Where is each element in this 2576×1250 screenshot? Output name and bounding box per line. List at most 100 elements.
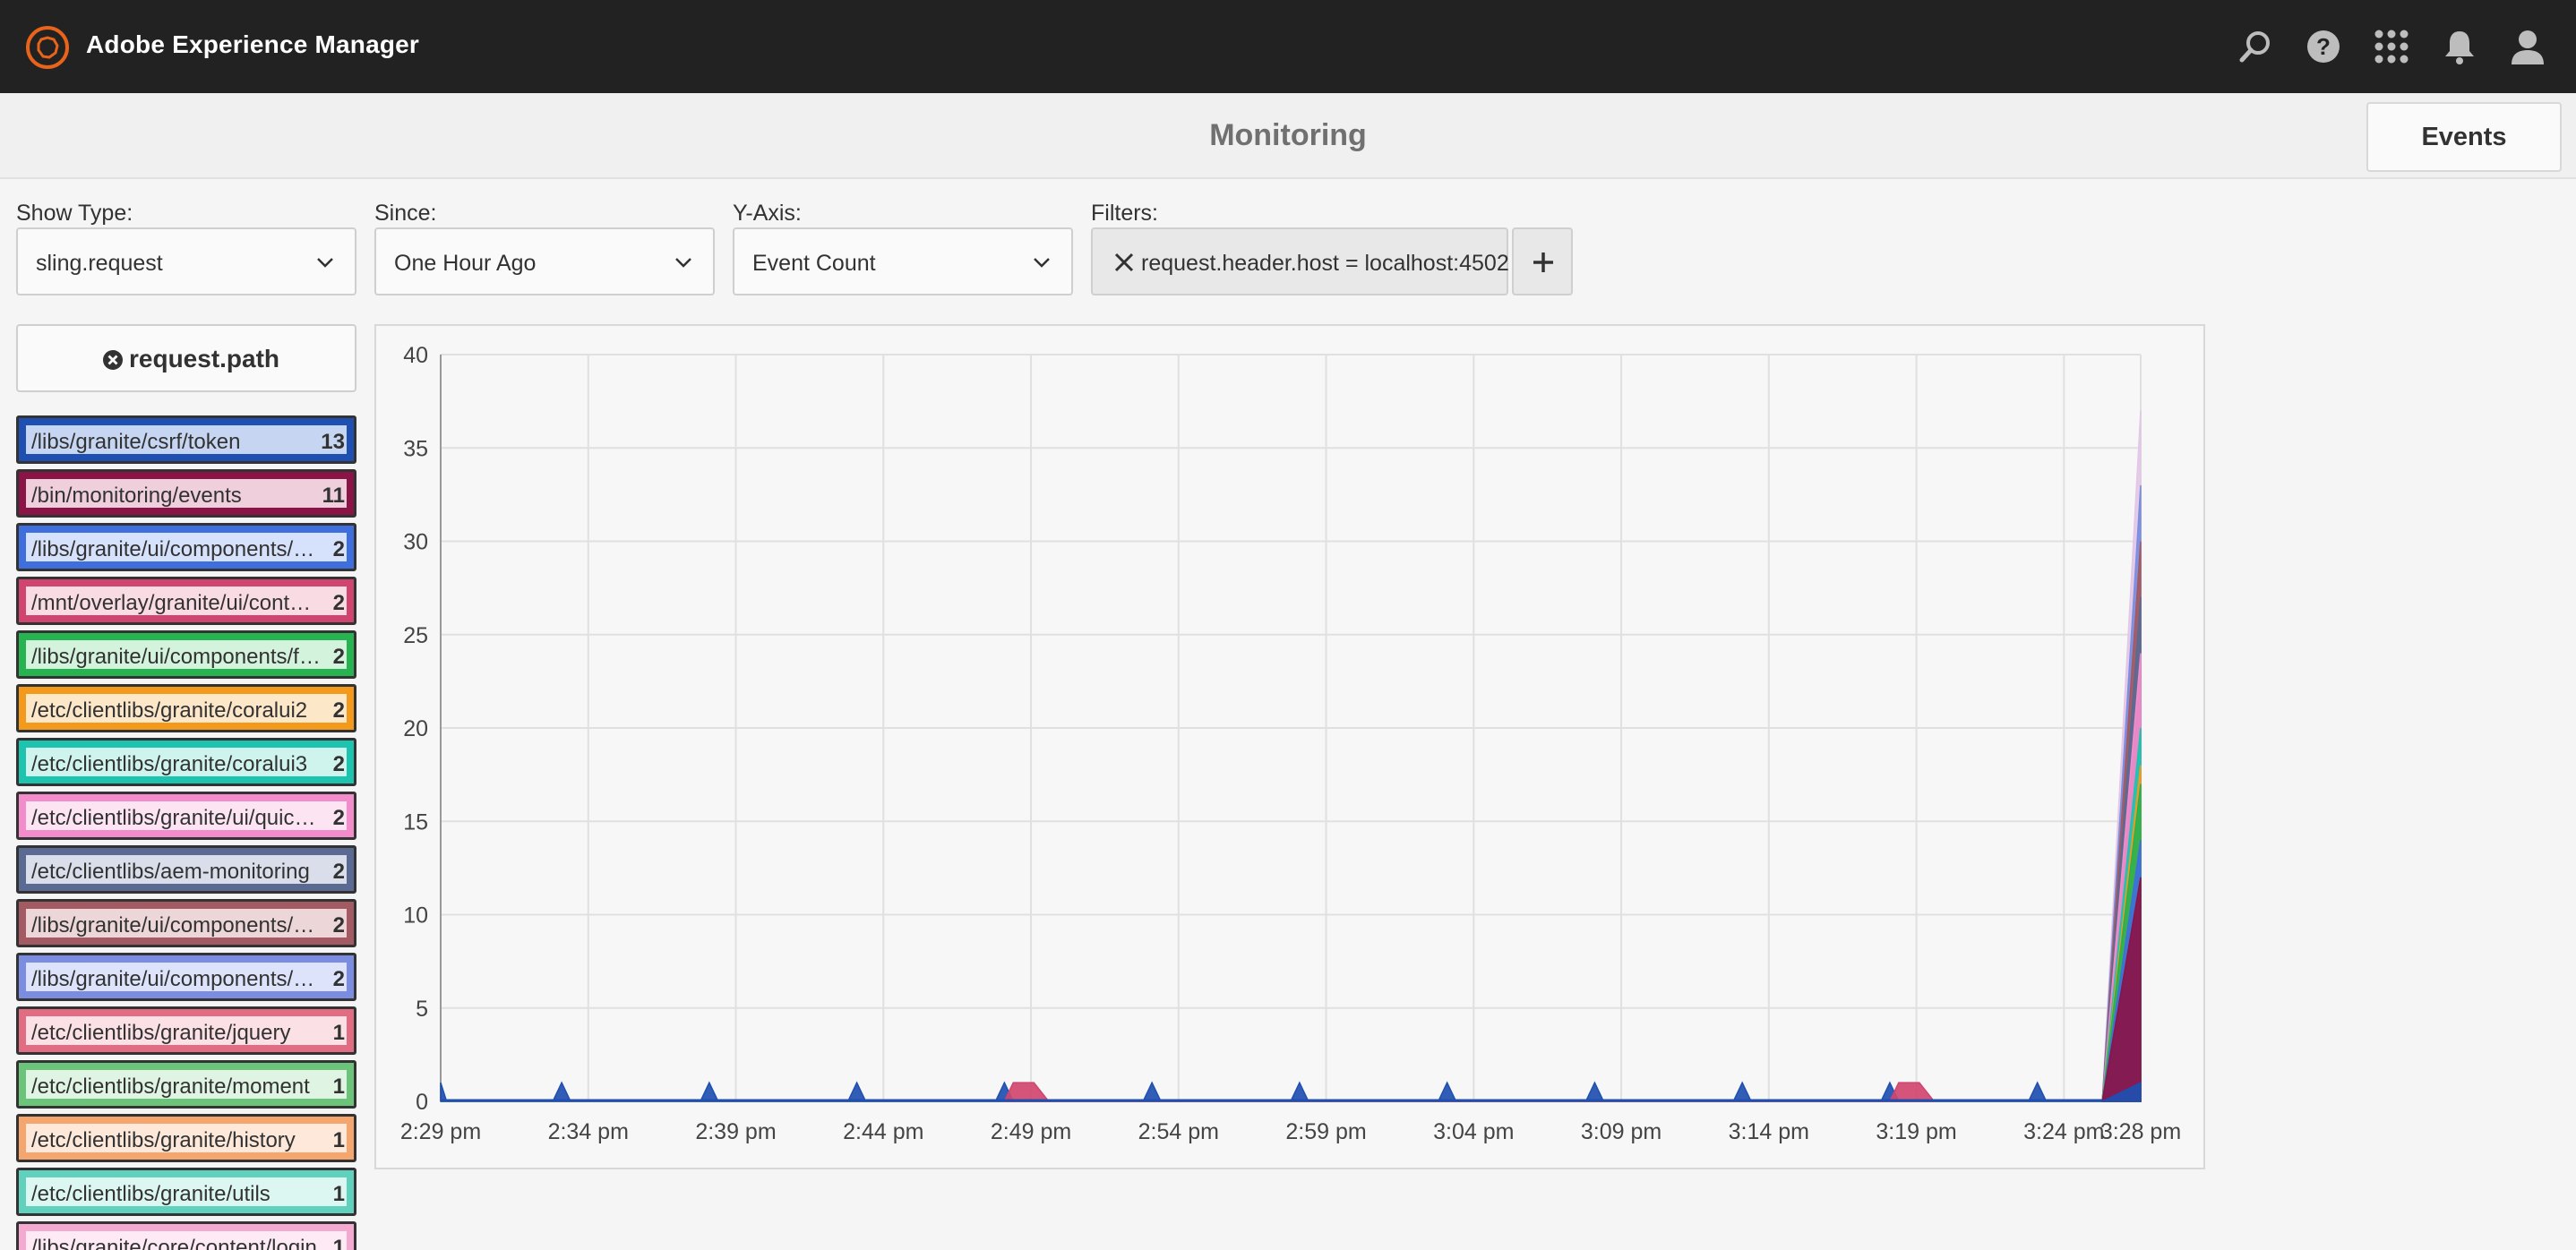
legend-item-count: 1: [332, 1236, 345, 1250]
legend-item[interactable]: /etc/clientlibs/aem-monitoring 2: [16, 845, 356, 894]
add-filter-button[interactable]: [1512, 227, 1573, 295]
filter-tag-text: request.header.host = localhost:4502: [1141, 251, 1509, 276]
x-tick-label: 3:19 pm: [1876, 1119, 1956, 1144]
remove-group-icon[interactable]: [102, 349, 124, 371]
adobe-logo-icon[interactable]: [26, 26, 69, 69]
sub-header: Monitoring Events: [0, 93, 2576, 179]
y-axis-select[interactable]: Event Count: [733, 227, 1073, 295]
legend-item[interactable]: /libs/granite/ui/components/shell/header…: [16, 953, 356, 1001]
x-tick-label: 2:49 pm: [991, 1119, 1071, 1144]
legend-item-path: /etc/clientlibs/granite/jquery: [31, 1021, 291, 1045]
x-tick-label: 2:44 pm: [843, 1119, 923, 1144]
legend-item[interactable]: /libs/granite/core/content/login 1: [16, 1221, 356, 1250]
page-title: Monitoring: [1209, 118, 1367, 152]
legend-item[interactable]: /bin/monitoring/events 11: [16, 469, 356, 518]
show-type-value: sling.request: [36, 251, 163, 276]
events-button[interactable]: Events: [2366, 102, 2562, 172]
filter-tag: request.header.host = localhost:4502: [1091, 227, 1509, 295]
y-tick-label: 10: [403, 903, 428, 929]
legend-item[interactable]: /etc/clientlibs/granite/utils 1: [16, 1168, 356, 1216]
help-icon[interactable]: ?: [2304, 27, 2343, 66]
legend-item-swatch: /etc/clientlibs/granite/moment 1: [26, 1070, 347, 1099]
legend-item-swatch: /etc/clientlibs/granite/utils 1: [26, 1177, 347, 1206]
legend-item-swatch: /libs/granite/ui/components/foundation 2: [26, 640, 347, 669]
legend-item-count: 2: [332, 645, 345, 669]
x-tick-label: 3:14 pm: [1729, 1119, 1809, 1144]
legend-item-swatch: /libs/granite/core/content/login 1: [26, 1231, 347, 1250]
legend-item[interactable]: /etc/clientlibs/granite/history 1: [16, 1114, 356, 1162]
solutions-icon[interactable]: [2372, 27, 2411, 66]
x-tick-label: 2:59 pm: [1285, 1119, 1366, 1144]
legend-item-path: /etc/clientlibs/granite/history: [31, 1128, 296, 1152]
legend-item-count: 1: [332, 1074, 345, 1099]
y-tick-label: 40: [403, 343, 428, 368]
y-tick-label: 15: [403, 809, 428, 835]
legend-item-path: /mnt/overlay/granite/ui/content/shell: [31, 591, 322, 615]
legend-item[interactable]: /libs/granite/ui/components/foundation 2: [16, 630, 356, 679]
legend-item-swatch: /etc/clientlibs/granite/jquery 1: [26, 1016, 347, 1045]
legend-item-swatch: /libs/granite/ui/components/coral/founda…: [26, 533, 347, 561]
top-header: Adobe Experience Manager ?: [0, 0, 2576, 93]
group-by-button[interactable]: request.path: [16, 324, 356, 392]
chevron-down-icon: [1034, 258, 1050, 268]
chart-svg: 0 5 10 15 20 25 30 35 40 2:29 pm 2:34 pm 2:39 pm 2:4…: [400, 343, 2181, 1144]
legend-item-swatch: /etc/clientlibs/aem-monitoring 2: [26, 855, 347, 884]
since-value: One Hour Ago: [394, 251, 537, 276]
plus-icon: [1533, 253, 1553, 272]
legend-item-count: 1: [332, 1021, 345, 1045]
legend-item-path: /etc/clientlibs/aem-monitoring: [31, 860, 310, 884]
show-type-label: Show Type:: [16, 201, 133, 226]
events-chart: 0 5 10 15 20 25 30 35 40 2:29 pm 2:34 pm 2:39 pm 2:4…: [374, 324, 2205, 1169]
legend-item[interactable]: /mnt/overlay/granite/ui/content/shell 2: [16, 577, 356, 625]
legend-item[interactable]: /etc/clientlibs/granite/coralui2 2: [16, 684, 356, 732]
legend-item-path: /bin/monitoring/events: [31, 484, 242, 508]
legend-item-path: /libs/granite/core/content/login: [31, 1236, 317, 1250]
legend-item-count: 2: [332, 698, 345, 723]
legend-item-path: /etc/clientlibs/granite/utils: [31, 1182, 270, 1206]
y-axis-label: Y-Axis:: [733, 201, 802, 226]
legend-item-swatch: /mnt/overlay/granite/ui/content/shell 2: [26, 586, 347, 615]
filters-label: Filters:: [1091, 201, 1158, 226]
svg-text:?: ?: [2316, 33, 2331, 60]
legend-item-count: 11: [322, 484, 345, 508]
legend-item-count: 1: [332, 1182, 345, 1206]
legend-item-path: /libs/granite/ui/components/coral/founda…: [31, 537, 322, 561]
legend-item-path: /etc/clientlibs/granite/moment: [31, 1074, 310, 1099]
legend-item-path: /libs/granite/csrf/token: [31, 430, 241, 454]
chevron-down-icon: [317, 258, 333, 268]
notifications-icon[interactable]: [2440, 27, 2479, 66]
legend-item-count: 2: [332, 967, 345, 991]
legend-item-path: /etc/clientlibs/granite/coralui3: [31, 752, 308, 776]
x-tick-label: 3:28 pm: [2100, 1119, 2181, 1144]
search-icon[interactable]: [2236, 27, 2275, 66]
legend-item[interactable]: /etc/clientlibs/granite/moment 1: [16, 1060, 356, 1109]
legend-item[interactable]: /libs/granite/ui/components/coral/founda…: [16, 523, 356, 571]
legend-item-path: /etc/clientlibs/granite/coralui2: [31, 698, 308, 723]
y-tick-label: 25: [403, 623, 428, 648]
legend-item-count: 2: [332, 860, 345, 884]
legend-item-path: /libs/granite/ui/components/foundation: [31, 645, 322, 669]
x-tick-label: 2:39 pm: [695, 1119, 776, 1144]
legend-item[interactable]: /libs/granite/ui/components/shell 2: [16, 899, 356, 947]
x-tick-label: 3:09 pm: [1581, 1119, 1662, 1144]
since-select[interactable]: One Hour Ago: [374, 227, 715, 295]
legend-item[interactable]: /etc/clientlibs/granite/jquery 1: [16, 1006, 356, 1055]
legend-item-path: /libs/granite/ui/components/shell/header: [31, 967, 322, 991]
legend-item-swatch: /libs/granite/ui/components/shell 2: [26, 909, 347, 938]
legend-item-count: 1: [332, 1128, 345, 1152]
show-type-select[interactable]: sling.request: [16, 227, 356, 295]
legend-item-swatch: /etc/clientlibs/granite/coralui2 2: [26, 694, 347, 723]
y-tick-label: 30: [403, 530, 428, 555]
remove-filter-icon[interactable]: [1112, 251, 1136, 274]
legend-item[interactable]: /etc/clientlibs/granite/ui/quickstart 2: [16, 792, 356, 840]
y-tick-label: 0: [416, 1090, 428, 1115]
legend-item[interactable]: /libs/granite/csrf/token 13: [16, 415, 356, 464]
legend-item-count: 2: [332, 913, 345, 938]
y-tick-label: 20: [403, 716, 428, 741]
legend-item[interactable]: /etc/clientlibs/granite/coralui3 2: [16, 738, 356, 786]
legend-item-path: /etc/clientlibs/granite/ui/quickstart: [31, 806, 322, 830]
app-title[interactable]: Adobe Experience Manager: [86, 30, 419, 59]
legend-item-swatch: /etc/clientlibs/granite/history 1: [26, 1124, 347, 1152]
legend-item-swatch: /bin/monitoring/events 11: [26, 479, 347, 508]
user-icon[interactable]: [2508, 27, 2547, 66]
